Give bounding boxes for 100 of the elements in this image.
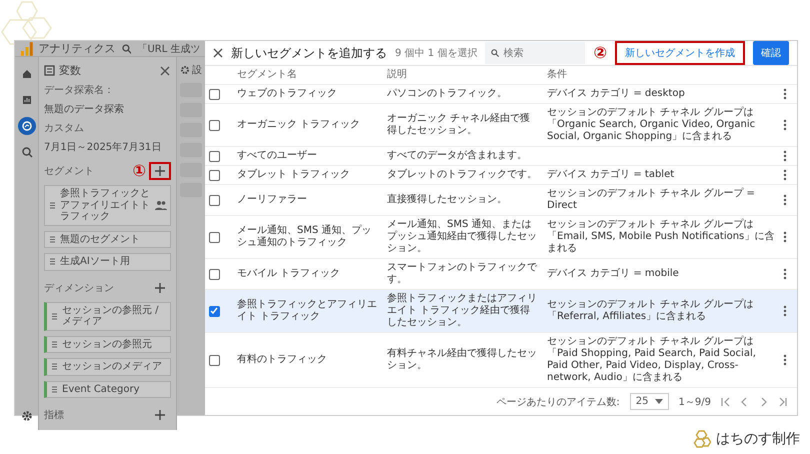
dialog-title: 新しいセグメントを追加する bbox=[231, 44, 387, 62]
segment-description: オーガニック チャネル経由で獲得したセッション。 bbox=[387, 113, 532, 137]
caret-icon bbox=[654, 399, 663, 404]
selection-count: 9 個中 1 個を選択 bbox=[395, 46, 478, 60]
drag-handle-icon bbox=[50, 361, 59, 372]
dimensions-title: ディメンション bbox=[44, 282, 114, 294]
checkbox[interactable] bbox=[209, 194, 220, 206]
segment-name: ノーリファラー bbox=[237, 194, 307, 206]
drag-handle-icon bbox=[50, 310, 59, 322]
more-options-icon[interactable] bbox=[783, 305, 787, 317]
column-header: 説明 bbox=[383, 66, 543, 85]
segment-name: オーガニック トラフィック bbox=[237, 119, 360, 131]
segment-description: 直接獲得したセッション。 bbox=[387, 194, 507, 206]
bar-chart-icon bbox=[20, 94, 32, 106]
segment-description: すべてのデータが含まれます。 bbox=[387, 150, 527, 162]
analytics-logo-icon bbox=[21, 42, 33, 56]
create-segment-button[interactable]: 新しいセグメントを作成 bbox=[615, 41, 745, 65]
drag-handle-icon bbox=[48, 234, 57, 245]
segment-name: モバイル トラフィック bbox=[237, 268, 340, 280]
segment-description: メール通知、SMS 通知、またはプッシュ通知経由で獲得したセッション。 bbox=[387, 219, 538, 255]
more-options-icon[interactable] bbox=[783, 150, 787, 162]
segment-condition: デバイス カテゴリ = desktop bbox=[547, 88, 685, 100]
search-icon[interactable] bbox=[491, 48, 500, 58]
column-header: セグメント名 bbox=[233, 66, 383, 85]
explore-icon bbox=[20, 120, 32, 132]
segment-chip[interactable]: 無題のセグメント bbox=[44, 230, 171, 248]
checkbox[interactable] bbox=[209, 170, 220, 180]
check-icon bbox=[210, 306, 218, 314]
segments-title: セグメント bbox=[44, 165, 94, 178]
more-options-icon[interactable] bbox=[783, 119, 787, 131]
exploration-name: 無題のデータ探索 bbox=[44, 102, 125, 116]
search-text: 「URL 生成ツ bbox=[137, 42, 200, 56]
checkbox[interactable] bbox=[209, 354, 220, 366]
segment-description: パソコンのトラフィック。 bbox=[387, 88, 507, 100]
variables-icon bbox=[44, 65, 55, 76]
segment-chip[interactable]: 生成AIソート用 bbox=[44, 253, 171, 270]
more-options-icon[interactable] bbox=[783, 169, 787, 181]
close-icon[interactable] bbox=[159, 64, 171, 76]
app-title: アナリティクス bbox=[38, 41, 116, 56]
segment-chip[interactable]: 参照トラフィックとアファイリエイトトラフィック bbox=[44, 185, 171, 226]
more-options-icon[interactable] bbox=[783, 194, 787, 206]
magnifier-icon bbox=[20, 146, 32, 158]
home-icon bbox=[20, 68, 32, 80]
segment-condition: セッションのデフォルト チャネル グループ = Direct bbox=[547, 188, 756, 212]
segment-name: タブレット トラフィック bbox=[237, 169, 350, 181]
drag-handle-icon bbox=[48, 256, 57, 268]
dimension-chip[interactable]: セッションのメディア bbox=[44, 358, 171, 376]
page-size-label: ページあたりのアイテム数: bbox=[496, 396, 620, 408]
field-label: カスタム bbox=[44, 122, 85, 135]
search-box[interactable]: 検索 bbox=[485, 42, 586, 64]
people-icon bbox=[155, 200, 167, 210]
segment-condition: セッションのデフォルト チャネル グループは「Email, SMS, Mobile Push Notifications」に含まれる bbox=[547, 219, 775, 255]
plus-icon bbox=[154, 165, 166, 177]
more-options-icon[interactable] bbox=[783, 354, 787, 366]
next-page-icon[interactable] bbox=[759, 396, 768, 406]
segment-name: 有料のトラフィック bbox=[237, 354, 327, 366]
segment-name: 参照トラフィックとアフィリエイト トラフィック bbox=[237, 299, 378, 323]
first-page-icon[interactable] bbox=[721, 396, 730, 406]
plus-icon bbox=[154, 282, 166, 294]
segment-condition: セッションのデフォルト チャネル グループは「Referral, Affiliates」に含まれる bbox=[547, 299, 754, 323]
checkbox[interactable] bbox=[209, 306, 220, 316]
segment-name: ウェブのトラフィック bbox=[237, 88, 337, 100]
settings-icon[interactable] bbox=[20, 410, 32, 422]
tab-label[interactable]: 設 bbox=[192, 63, 202, 77]
nav-button[interactable] bbox=[18, 117, 36, 135]
dimension-chip[interactable]: Event Category bbox=[44, 380, 171, 398]
segment-condition: デバイス カテゴリ = tablet bbox=[547, 169, 674, 181]
hexagon-logo-icon bbox=[693, 430, 711, 448]
panel-title: 変数 bbox=[59, 63, 82, 78]
checkbox[interactable] bbox=[209, 268, 220, 280]
drag-handle-icon bbox=[50, 338, 59, 350]
checkbox[interactable] bbox=[209, 88, 220, 100]
step-number: ② bbox=[593, 45, 607, 61]
page-size-dropdown[interactable]: 25 bbox=[630, 393, 669, 410]
segment-name: すべてのユーザー bbox=[237, 150, 317, 162]
segment-condition: セッションのデフォルト チャネル グループは「Organic Search, Organic Video, Organic Social, Organic Shopping」に含まれる bbox=[547, 107, 756, 143]
checkbox[interactable] bbox=[209, 232, 220, 242]
segment-description: 有料チャネル経由で獲得したセッション。 bbox=[387, 348, 538, 372]
segment-description: 参照トラフィックまたはアフィリエイト トラフィック経由で獲得したセッション。 bbox=[387, 293, 538, 329]
last-page-icon[interactable] bbox=[778, 396, 787, 406]
segment-name: メール通知、SMS 通知、プッシュ通知のトラフィック bbox=[237, 225, 373, 249]
dimension-chip[interactable]: セッションの参照元 / メディア bbox=[44, 302, 171, 330]
more-options-icon[interactable] bbox=[783, 231, 787, 243]
more-options-icon[interactable] bbox=[783, 268, 787, 280]
previous-page-icon[interactable] bbox=[740, 396, 749, 406]
checkbox[interactable] bbox=[209, 120, 220, 130]
date-range: 7月1日～2025年7月31日 bbox=[44, 141, 162, 154]
dimension-chip[interactable]: セッションの参照元 bbox=[44, 336, 171, 353]
segment-description: タブレットのトラフィックです。 bbox=[387, 169, 537, 181]
more-options-icon[interactable] bbox=[783, 88, 787, 100]
add-button[interactable] bbox=[149, 162, 171, 180]
column-header: 条件 bbox=[543, 66, 779, 85]
checkbox[interactable] bbox=[209, 150, 220, 162]
gear-icon bbox=[180, 65, 190, 75]
step-number: ① bbox=[132, 163, 146, 179]
metrics-title: 指標 bbox=[44, 408, 64, 422]
confirm-button[interactable]: 確認 bbox=[753, 41, 789, 65]
close-icon[interactable] bbox=[213, 48, 223, 58]
search-icon[interactable] bbox=[122, 44, 132, 54]
segment-condition: デバイス カテゴリ = mobile bbox=[547, 268, 679, 280]
